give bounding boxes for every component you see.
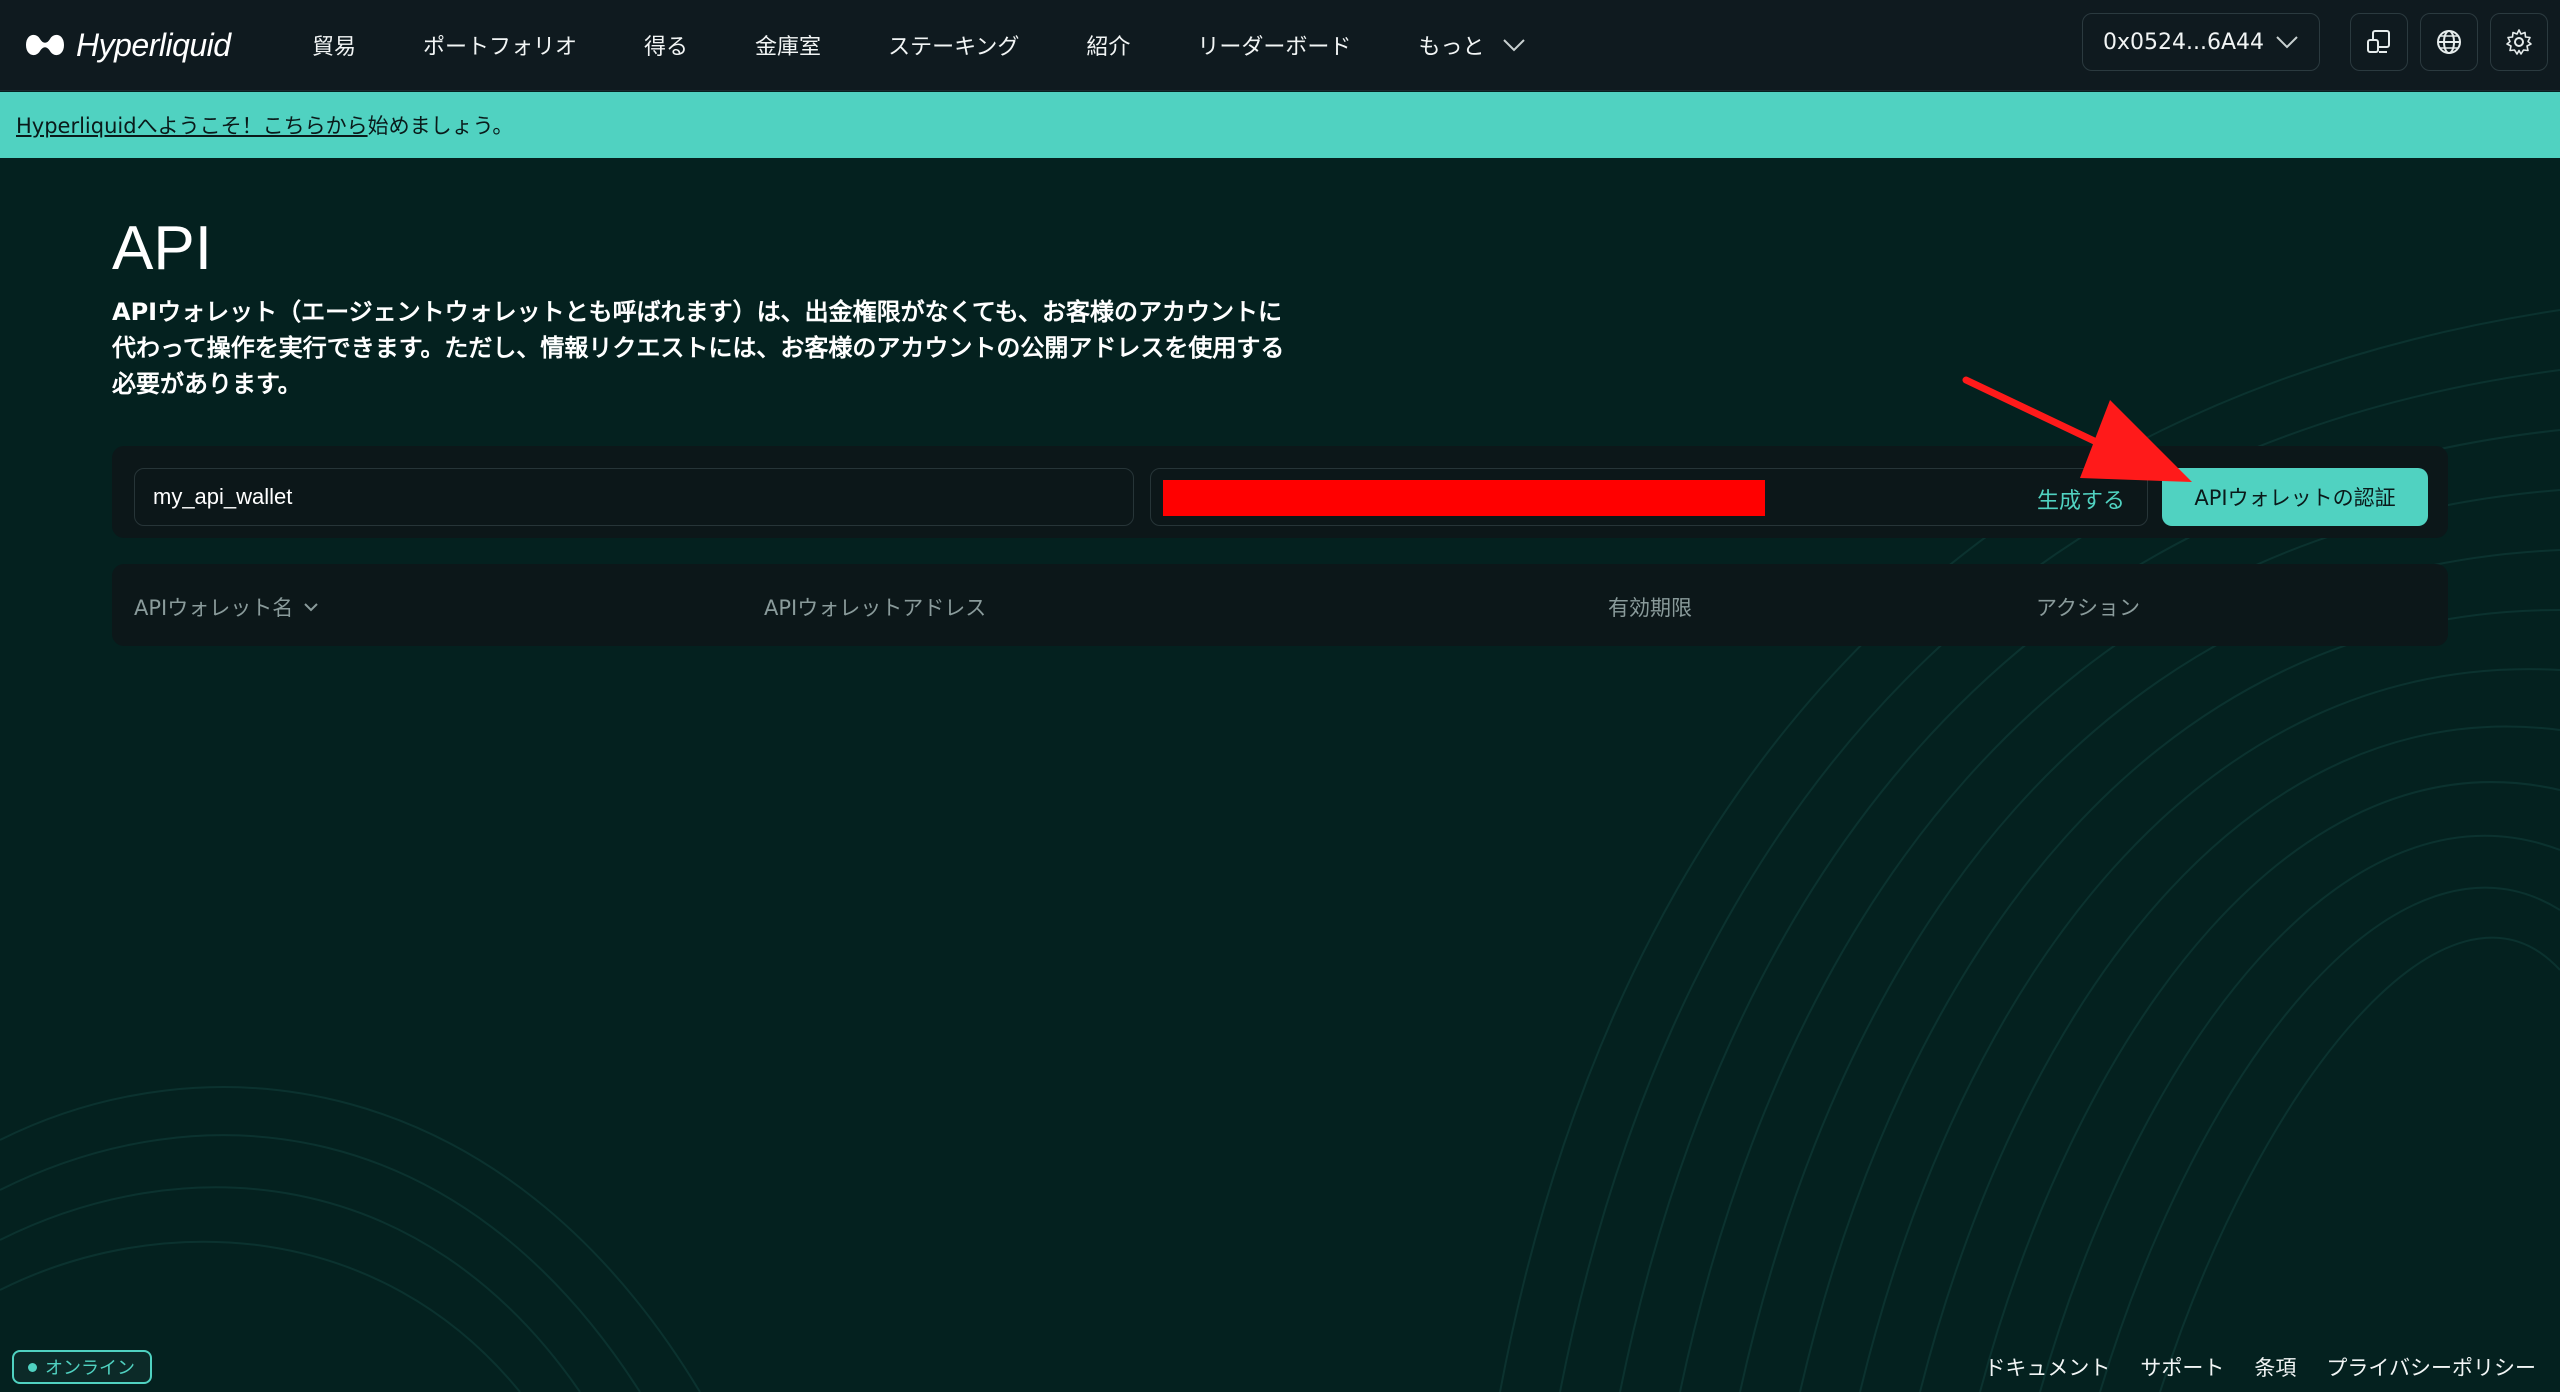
chevron-down-icon xyxy=(1503,39,1526,52)
globe-icon xyxy=(2437,30,2461,54)
api-wallet-name-input[interactable] xyxy=(134,468,1134,526)
page-description: APIウォレット（エージェントウォレットとも呼ばれます）は、出金権限がなくても、… xyxy=(112,298,1285,398)
welcome-banner-text: 始めましょう。 xyxy=(367,114,514,138)
nav-item-more[interactable]: もっと xyxy=(1418,29,1526,61)
nav-item-earn[interactable]: 得る xyxy=(644,29,688,61)
authorize-api-wallet-button[interactable]: APIウォレットの認証 xyxy=(2162,468,2428,526)
column-header-actions: アクション xyxy=(2036,596,2140,620)
gear-icon xyxy=(2506,29,2532,55)
app-name: Hyperliquid xyxy=(76,26,231,63)
nav-item-vaults[interactable]: 金庫室 xyxy=(755,29,821,61)
footer-link-docs[interactable]: ドキュメント xyxy=(1984,1352,2110,1382)
connection-status-badge: オンライン xyxy=(12,1350,152,1384)
hyperliquid-logo-icon xyxy=(26,34,64,56)
page: Hyperliquid 貿易 ポートフォリオ 得る 金庫室 ステーキング 紹介 … xyxy=(0,0,2560,1392)
chevron-down-icon xyxy=(2276,36,2298,49)
api-wallet-table-header: APIウォレット名 APIウォレットアドレス 有効期限 アクション xyxy=(112,564,2448,646)
device-icon xyxy=(2367,30,2390,53)
device-button[interactable] xyxy=(2350,13,2408,71)
chevron-down-icon xyxy=(304,603,318,612)
page-title: API xyxy=(112,214,212,283)
welcome-banner: Hyperliquidへようこそ！こちらから 始めましょう。 xyxy=(0,92,2560,158)
nav-item-staking[interactable]: ステーキング xyxy=(888,29,1019,61)
status-dot xyxy=(28,1362,37,1372)
language-button[interactable] xyxy=(2420,13,2478,71)
column-header-wallet-name[interactable]: APIウォレット名 xyxy=(134,592,319,622)
footer-link-support[interactable]: サポート xyxy=(2140,1352,2224,1382)
nav-item-portfolio[interactable]: ポートフォリオ xyxy=(423,29,577,61)
app-logo[interactable]: Hyperliquid xyxy=(24,27,244,64)
welcome-banner-link[interactable]: Hyperliquidへようこそ！こちらから xyxy=(16,110,368,140)
redacted-address xyxy=(1163,480,1765,516)
footer-link-terms[interactable]: 条項 xyxy=(2254,1352,2296,1382)
nav-item-referrals[interactable]: 紹介 xyxy=(1086,29,1130,61)
connection-status-label: オンライン xyxy=(45,1358,135,1379)
column-header-wallet-name-label: APIウォレット名 xyxy=(134,596,294,620)
settings-button[interactable] xyxy=(2490,13,2548,71)
wallet-address: 0x0524...6A44 xyxy=(2103,29,2265,55)
footer-links: ドキュメント サポート 条項 プライバシーポリシー xyxy=(1954,1352,2536,1382)
top-navigation: Hyperliquid 貿易 ポートフォリオ 得る 金庫室 ステーキング 紹介 … xyxy=(0,0,2560,91)
nav-item-trade[interactable]: 貿易 xyxy=(312,29,356,61)
topnav-right: 0x0524...6A44 xyxy=(2082,13,2548,71)
footer-link-privacy[interactable]: プライバシーポリシー xyxy=(2326,1352,2536,1382)
nav-item-leaderboard[interactable]: リーダーボード xyxy=(1197,29,1351,61)
wallet-dropdown-button[interactable]: 0x0524...6A44 xyxy=(2082,13,2320,71)
nav-more-label: もっと xyxy=(1418,35,1485,60)
annotation-arrow-icon xyxy=(1962,376,2192,482)
nav-menu: 貿易 ポートフォリオ 得る 金庫室 ステーキング 紹介 リーダーボード もっと xyxy=(312,29,1593,61)
column-header-wallet-address: APIウォレットアドレス xyxy=(764,596,987,620)
column-header-expiry: 有効期限 xyxy=(1608,596,1692,620)
